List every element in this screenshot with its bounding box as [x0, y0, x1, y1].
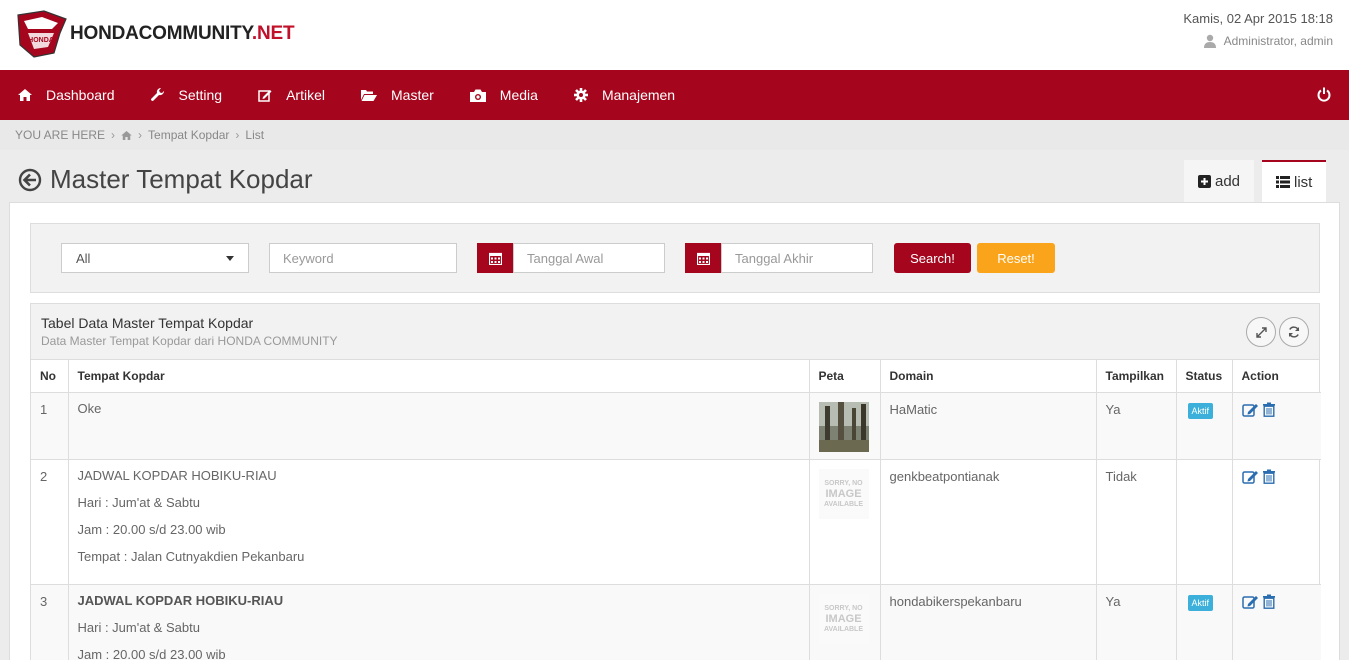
trash-icon[interactable]	[1262, 469, 1276, 484]
status-badge: Aktif	[1187, 594, 1214, 611]
breadcrumb-prefix: YOU ARE HERE	[15, 128, 106, 142]
caret-down-icon	[226, 255, 234, 261]
nav-setting[interactable]: Setting	[133, 70, 241, 120]
keyword-input[interactable]: Keyword	[269, 243, 457, 273]
edit-icon[interactable]	[1241, 469, 1259, 484]
expand-button[interactable]	[1246, 317, 1276, 347]
power-icon[interactable]	[1317, 87, 1331, 102]
calendar-icon[interactable]	[685, 243, 721, 273]
camera-icon	[469, 89, 486, 102]
nav-media[interactable]: Media	[452, 70, 556, 120]
nav-master[interactable]: Master	[343, 70, 452, 120]
plus-square-icon	[1198, 174, 1211, 188]
page-title: Master Tempat Kopdar	[50, 164, 313, 194]
gear-icon	[573, 88, 588, 102]
tab-add[interactable]: add	[1184, 160, 1255, 202]
expand-icon	[1255, 326, 1267, 338]
breadcrumb: YOU ARE HERE › › Tempat Kopdar › List	[0, 120, 1349, 150]
map-thumbnail[interactable]	[818, 401, 869, 452]
search-button[interactable]: Search!	[894, 243, 971, 273]
col-no[interactable]: No	[31, 360, 69, 393]
refresh-icon	[1288, 326, 1300, 338]
list-icon	[1276, 176, 1290, 188]
trash-icon[interactable]	[1262, 402, 1276, 417]
table-row: 3 JADWAL KOPDAR HOBIKU-RIAU Hari : Jum'a…	[31, 584, 1321, 660]
content-box: All Keyword Tanggal Awal Tanggal Akhir S…	[9, 202, 1340, 660]
home-icon	[18, 89, 32, 101]
edit-icon[interactable]	[1241, 402, 1259, 417]
panel-subtitle: Data Master Tempat Kopdar dari HONDA COM…	[41, 334, 338, 348]
breadcrumb-tempat-kopdar[interactable]: Tempat Kopdar	[148, 128, 229, 142]
tab-list[interactable]: list	[1262, 160, 1327, 202]
data-table: No Tempat Kopdar Peta Domain Tampilkan S…	[31, 360, 1321, 660]
calendar-icon[interactable]	[477, 243, 513, 273]
site-name: HONDACOMMUNITY.NET	[70, 23, 295, 44]
data-panel: Tabel Data Master Tempat Kopdar Data Mas…	[30, 303, 1321, 660]
category-select[interactable]: All	[61, 243, 249, 273]
col-status[interactable]: Status	[1176, 360, 1233, 393]
table-row: 2 JADWAL KOPDAR HOBIKU-RIAU Hari : Jum'a…	[31, 459, 1321, 585]
panel-title: Tabel Data Master Tempat Kopdar	[41, 315, 254, 331]
col-peta[interactable]: Peta	[809, 360, 881, 393]
date-end-input[interactable]: Tanggal Akhir	[721, 243, 873, 273]
col-tampilkan[interactable]: Tampilkan	[1096, 360, 1177, 393]
home-icon[interactable]	[121, 130, 132, 140]
nav-artikel[interactable]: Artikel	[240, 70, 343, 120]
no-image-placeholder: SORRY, NO IMAGE AVAILABLE	[818, 468, 869, 519]
filter-bar: All Keyword Tanggal Awal Tanggal Akhir S…	[30, 223, 1320, 293]
col-action: Action	[1232, 360, 1321, 393]
honda-wing-logo: HONDA	[17, 10, 67, 58]
back-circle-icon[interactable]	[18, 168, 42, 192]
top-header: HONDA HONDACOMMUNITY.NET Kamis, 02 Apr 2…	[0, 0, 1349, 70]
nav-dashboard[interactable]: Dashboard	[0, 70, 133, 120]
folder-open-icon	[361, 90, 377, 101]
no-image-placeholder: SORRY, NO IMAGE AVAILABLE	[818, 593, 869, 644]
breadcrumb-list: List	[245, 128, 265, 142]
col-domain[interactable]: Domain	[880, 360, 1097, 393]
nav-manajemen[interactable]: Manajemen	[556, 70, 693, 120]
wrench-icon	[150, 88, 164, 101]
trash-icon[interactable]	[1262, 594, 1276, 609]
svg-text:HONDA: HONDA	[28, 37, 54, 44]
user-name: Administrator, admin	[1223, 34, 1333, 48]
date-start-input[interactable]: Tanggal Awal	[513, 243, 665, 273]
refresh-button[interactable]	[1279, 317, 1309, 347]
header-datetime: Kamis, 02 Apr 2015 18:18	[1183, 11, 1333, 26]
reset-button[interactable]: Reset!	[977, 243, 1055, 273]
panel-header: Tabel Data Master Tempat Kopdar Data Mas…	[31, 304, 1319, 360]
table-row: 1 Oke HaMatic Ya Aktif	[31, 392, 1321, 460]
main-nav: Dashboard Setting Artikel Master Media M…	[0, 70, 1349, 120]
site-logo[interactable]: HONDA HONDACOMMUNITY.NET	[14, 9, 295, 59]
status-badge: Aktif	[1187, 402, 1214, 419]
page-header: Master Tempat Kopdar add list	[0, 150, 1349, 202]
edit-icon	[258, 90, 272, 102]
edit-icon[interactable]	[1241, 594, 1259, 609]
user-icon	[1203, 34, 1216, 48]
col-tempat[interactable]: Tempat Kopdar	[68, 360, 810, 393]
user-menu[interactable]: Administrator, admin	[1183, 34, 1333, 48]
